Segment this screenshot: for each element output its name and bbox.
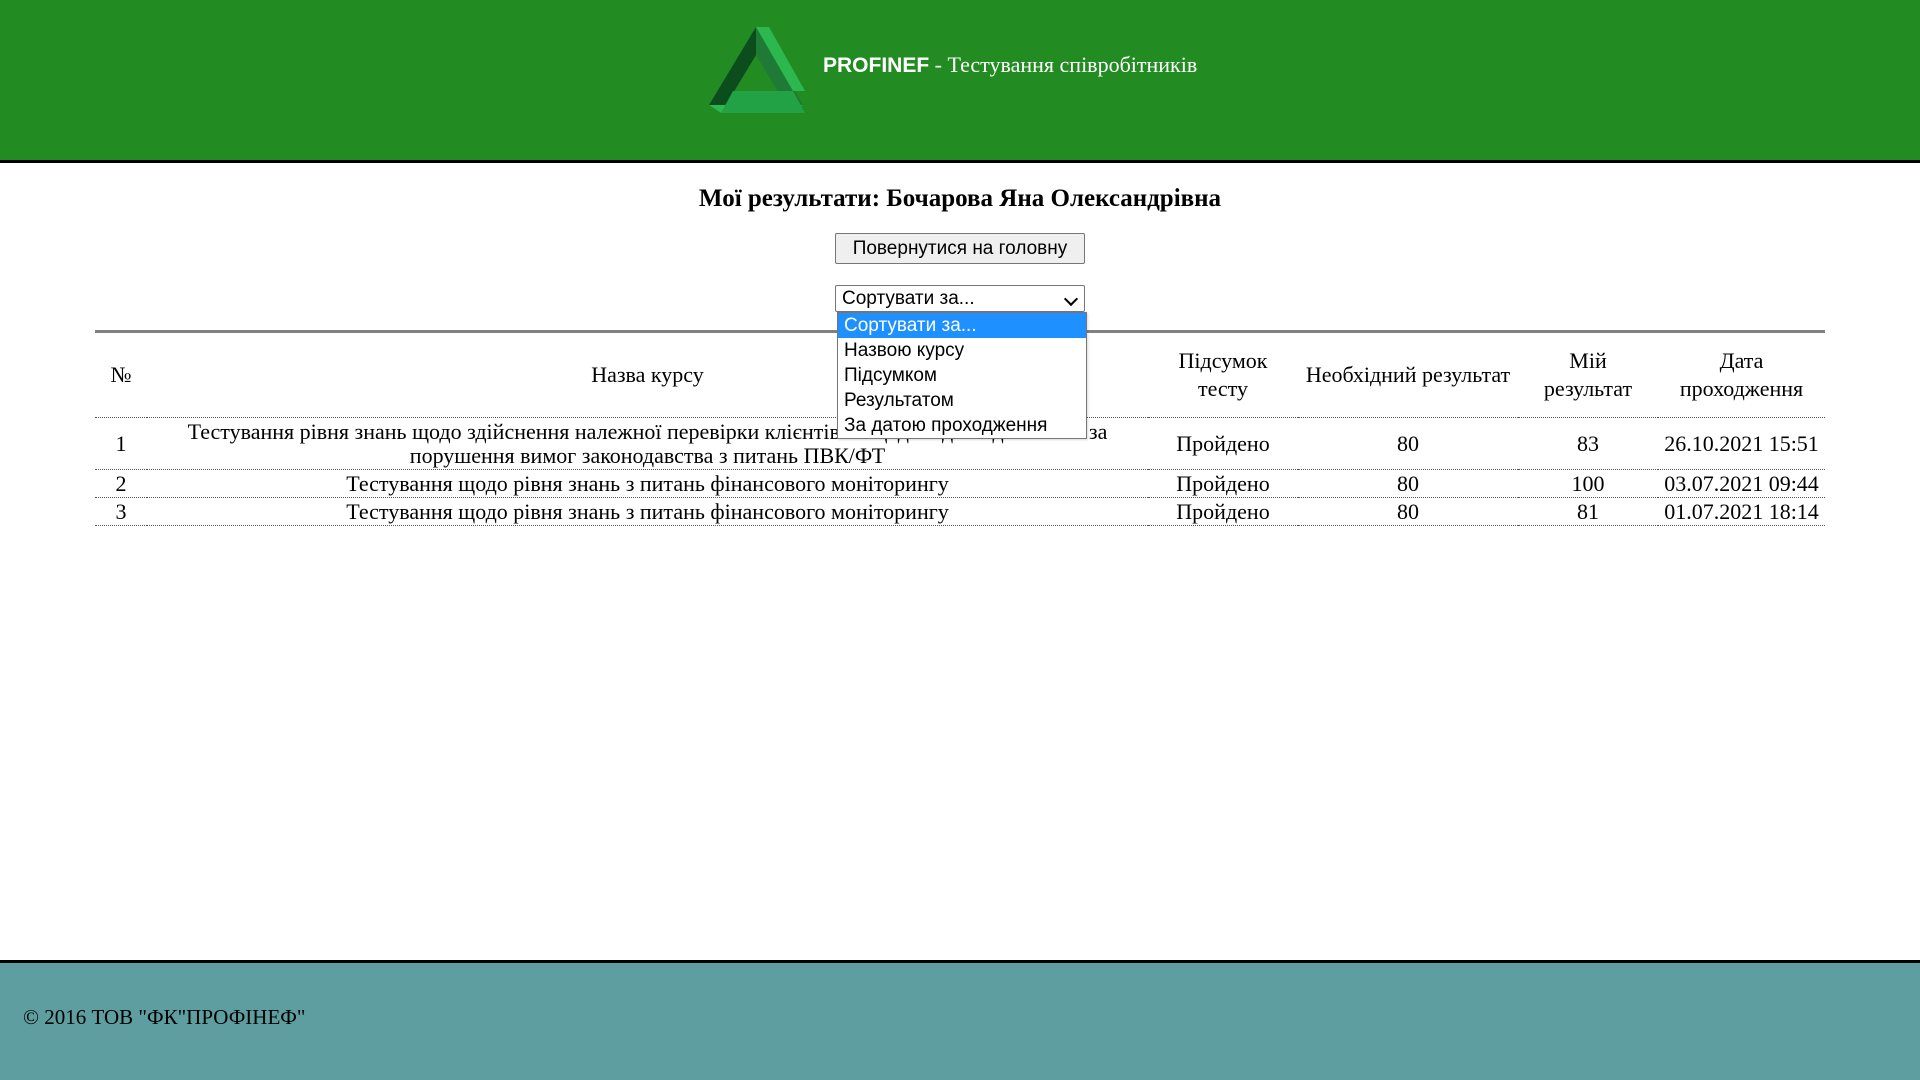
copyright-text: © 2016 ТОВ "ФК"ПРОФІНЕФ"	[23, 1005, 306, 1029]
cell-my-result: 81	[1518, 497, 1658, 526]
cell-required: 80	[1298, 497, 1518, 526]
brand-subtitle: - Тестування співробітників	[929, 52, 1198, 77]
cell-my-result: 83	[1518, 417, 1658, 470]
cell-required: 80	[1298, 417, 1518, 470]
chevron-down-icon	[1063, 291, 1079, 307]
sort-option-default[interactable]: Сортувати за...	[838, 313, 1086, 338]
sort-select[interactable]: Сортувати за...	[835, 285, 1085, 312]
table-row: 2 Тестування щодо рівня знань з питань ф…	[95, 469, 1825, 498]
cell-number: 1	[95, 417, 147, 470]
cell-date: 26.10.2021 15:51	[1658, 417, 1825, 470]
cell-number: 3	[95, 497, 147, 526]
back-home-button[interactable]: Повернутися на головну	[835, 233, 1085, 264]
column-header-my-result: Мій результат	[1543, 348, 1633, 401]
cell-date: 01.07.2021 18:14	[1658, 497, 1825, 526]
sort-option-course-name[interactable]: Назвою курсу	[838, 338, 1086, 363]
sort-option-result[interactable]: Результатом	[838, 388, 1086, 413]
cell-course: Тестування щодо рівня знань з питань фін…	[147, 497, 1148, 526]
column-header-number: №	[110, 362, 132, 387]
cell-summary: Пройдено	[1148, 469, 1298, 498]
sort-dropdown-list: Сортувати за... Назвою курсу Підсумком Р…	[837, 312, 1087, 439]
site-footer: © 2016 ТОВ "ФК"ПРОФІНЕФ"	[0, 960, 1920, 1080]
cell-summary: Пройдено	[1148, 417, 1298, 470]
column-header-summary: Підсумок тесту	[1178, 348, 1268, 401]
cell-my-result: 100	[1518, 469, 1658, 498]
column-header-date: Дата проходження	[1679, 348, 1804, 401]
cell-required: 80	[1298, 469, 1518, 498]
page-title: Мої результати: Бочарова Яна Олександрів…	[698, 185, 1222, 212]
profinef-logo-icon	[709, 27, 805, 113]
site-brand: PROFINEF - Тестування співробітників	[823, 52, 1197, 78]
column-header-required: Необхідний результат	[1305, 362, 1511, 387]
cell-number: 2	[95, 469, 147, 498]
sort-option-summary[interactable]: Підсумком	[838, 363, 1086, 388]
sort-select-value: Сортувати за...	[842, 288, 975, 309]
site-header: PROFINEF - Тестування співробітників	[0, 0, 1920, 163]
table-row: 3 Тестування щодо рівня знань з питань ф…	[95, 497, 1825, 526]
brand-name: PROFINEF	[823, 54, 930, 77]
sort-option-date[interactable]: За датою проходження	[838, 413, 1086, 438]
cell-date: 03.07.2021 09:44	[1658, 469, 1825, 498]
cell-course: Тестування щодо рівня знань з питань фін…	[147, 469, 1148, 498]
cell-summary: Пройдено	[1148, 497, 1298, 526]
